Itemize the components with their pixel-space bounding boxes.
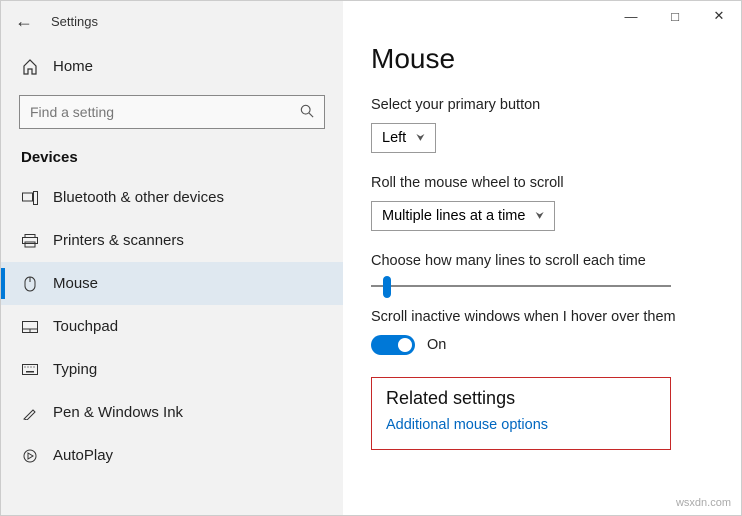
sidebar-item-label: Bluetooth & other devices <box>53 189 224 206</box>
sidebar-item-label: Typing <box>53 361 97 378</box>
primary-button-select[interactable]: Left ⮟ <box>371 123 436 153</box>
sidebar-item-mouse[interactable]: Mouse <box>1 262 343 305</box>
primary-button-label: Select your primary button <box>371 97 713 113</box>
back-icon[interactable]: ← <box>15 11 33 32</box>
home-icon <box>21 59 39 75</box>
search-field[interactable] <box>30 104 300 120</box>
chevron-down-icon: ⮟ <box>535 211 544 222</box>
printer-icon <box>21 234 39 248</box>
select-value: Left <box>382 130 406 146</box>
mouse-icon <box>21 276 39 292</box>
sidebar-section-header: Devices <box>1 145 343 176</box>
sidebar-item-printers[interactable]: Printers & scanners <box>1 219 343 262</box>
inactive-scroll-setting: Scroll inactive windows when I hover ove… <box>371 309 713 355</box>
sidebar-item-typing[interactable]: Typing <box>1 348 343 391</box>
minimize-button[interactable]: — <box>609 1 653 31</box>
chevron-down-icon: ⮟ <box>416 133 425 144</box>
sidebar-item-autoplay[interactable]: AutoPlay <box>1 434 343 477</box>
inactive-scroll-toggle[interactable] <box>371 335 415 355</box>
scroll-wheel-select[interactable]: Multiple lines at a time ⮟ <box>371 201 555 231</box>
sidebar-item-label: Touchpad <box>53 318 118 335</box>
lines-per-scroll-setting: Choose how many lines to scroll each tim… <box>371 253 713 287</box>
main-content: — □ ✕ Mouse Select your primary button L… <box>343 1 741 515</box>
inactive-scroll-label: Scroll inactive windows when I hover ove… <box>371 309 713 325</box>
watermark: wsxdn.com <box>676 497 731 509</box>
close-button[interactable]: ✕ <box>697 1 741 31</box>
scroll-wheel-setting: Roll the mouse wheel to scroll Multiple … <box>371 175 713 231</box>
sidebar-item-home[interactable]: Home <box>1 48 343 85</box>
devices-icon <box>21 191 39 205</box>
sidebar: ← Settings Home Devices <box>1 1 343 515</box>
lines-slider[interactable] <box>371 285 671 287</box>
sidebar-item-touchpad[interactable]: Touchpad <box>1 305 343 348</box>
sidebar-item-pen[interactable]: Pen & Windows Ink <box>1 391 343 434</box>
sidebar-item-label: AutoPlay <box>53 447 113 464</box>
pen-icon <box>21 406 39 420</box>
autoplay-icon <box>21 449 39 463</box>
search-input[interactable] <box>19 95 325 129</box>
sidebar-home-label: Home <box>53 58 93 75</box>
additional-mouse-options-link[interactable]: Additional mouse options <box>386 417 656 433</box>
keyboard-icon <box>21 364 39 375</box>
primary-button-setting: Select your primary button Left ⮟ <box>371 97 713 153</box>
page-title: Mouse <box>371 43 713 75</box>
app-title: Settings <box>51 14 98 29</box>
sidebar-item-bluetooth[interactable]: Bluetooth & other devices <box>1 176 343 219</box>
select-value: Multiple lines at a time <box>382 208 525 224</box>
maximize-button[interactable]: □ <box>653 1 697 31</box>
sidebar-item-label: Printers & scanners <box>53 232 184 249</box>
sidebar-item-label: Pen & Windows Ink <box>53 404 183 421</box>
related-settings-title: Related settings <box>386 388 656 409</box>
toggle-state-label: On <box>427 337 446 353</box>
lines-per-scroll-label: Choose how many lines to scroll each tim… <box>371 253 713 269</box>
window-controls: — □ ✕ <box>609 1 741 31</box>
titlebar: ← Settings <box>1 1 343 38</box>
touchpad-icon <box>21 321 39 333</box>
toggle-knob <box>398 338 412 352</box>
sidebar-item-label: Mouse <box>53 275 98 292</box>
search-icon <box>300 104 314 121</box>
related-settings-box: Related settings Additional mouse option… <box>371 377 671 450</box>
scroll-wheel-label: Roll the mouse wheel to scroll <box>371 175 713 191</box>
slider-thumb[interactable] <box>383 276 391 298</box>
